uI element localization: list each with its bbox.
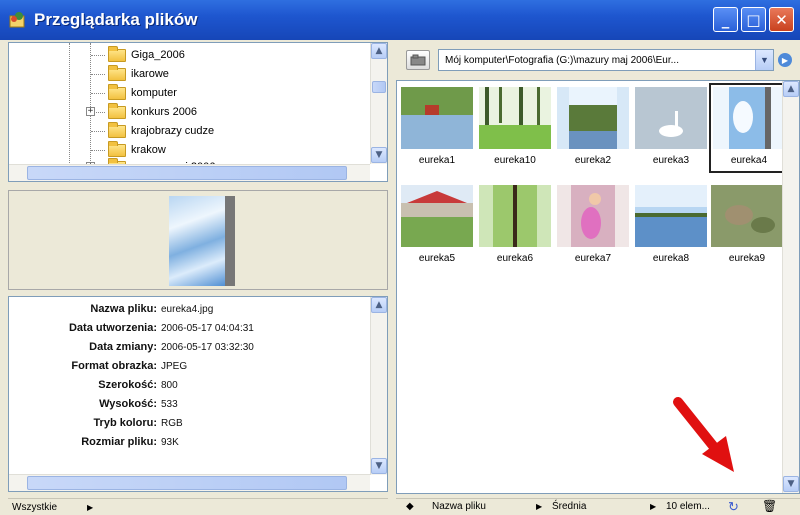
scroll-thumb[interactable] — [27, 166, 347, 180]
right-status-bar: ◆ Nazwa pliku ▶ Średnia ▶ 10 elem... ↻ 🗑 — [396, 498, 800, 515]
thumbnail-image — [479, 87, 551, 149]
detail-row: Wysokość: 533 — [99, 398, 178, 410]
scroll-up-icon[interactable]: ▲ — [783, 81, 799, 97]
tree-item[interactable]: krakow — [91, 140, 166, 159]
scroll-thumb[interactable] — [27, 476, 347, 490]
folder-nav-icon — [410, 54, 426, 66]
detail-row: Format obrazka: JPEG — [71, 360, 188, 372]
scroll-up-icon[interactable]: ▲ — [371, 297, 387, 313]
refresh-icon[interactable]: ↻ — [728, 499, 739, 515]
address-path: Mój komputer\Fotografia (G:)\mazury maj … — [445, 54, 679, 66]
detail-row: Nazwa pliku: eureka4.jpg — [90, 303, 214, 315]
sort-direction-icon[interactable]: ◆ — [406, 501, 414, 512]
window-title: Przeglądarka plików — [34, 10, 198, 29]
detail-row: Szerokość: 800 — [98, 379, 178, 391]
detail-row: Data utworzenia: 2006-05-17 04:04:31 — [68, 322, 254, 334]
thumbnail-image — [635, 185, 707, 247]
thumbnail[interactable]: eureka9 — [709, 183, 785, 273]
folder-icon — [108, 45, 126, 62]
sort-field[interactable]: Nazwa pliku — [432, 501, 486, 512]
tree-item[interactable]: konkurs 2006 — [91, 102, 197, 121]
thumbnail-image — [635, 87, 707, 149]
item-count: 10 elem... — [666, 501, 710, 512]
thumbnail-size[interactable]: Średnia — [552, 501, 586, 512]
folder-up-button[interactable] — [406, 50, 430, 70]
thumbnail[interactable]: eureka7 — [555, 183, 631, 273]
thumbnail[interactable]: eureka3 — [633, 85, 709, 175]
thumbnail[interactable]: eureka8 — [633, 183, 709, 273]
tree-horizontal-scrollbar[interactable] — [9, 164, 370, 181]
tree-item[interactable]: ikarowe — [91, 64, 169, 83]
thumbnail[interactable]: eureka2 — [555, 85, 631, 175]
play-icon[interactable]: ▶ — [536, 502, 542, 511]
folder-tree: Giga_2006 ikarowe komputer konkurs 2006 … — [8, 42, 388, 182]
thumbnail-image — [479, 185, 551, 247]
address-field[interactable]: Mój komputer\Fotografia (G:)\mazury maj … — [438, 49, 774, 71]
filter-dropdown[interactable]: Wszystkie — [12, 502, 57, 513]
image-preview — [8, 190, 388, 290]
scroll-down-icon[interactable]: ▼ — [371, 147, 387, 163]
folder-icon — [108, 83, 126, 100]
close-button[interactable]: ✕ — [769, 7, 794, 32]
tree-item[interactable]: krajobrazy cudze — [91, 121, 214, 140]
play-icon[interactable]: ▶ — [87, 503, 93, 512]
thumbnail-image — [557, 87, 629, 149]
thumbnail-image — [711, 185, 783, 247]
play-icon[interactable]: ▶ — [650, 502, 656, 511]
title-bar: Przeglądarka plików _ □ ✕ — [0, 0, 800, 40]
grid-vertical-scrollbar[interactable]: ▲ ▼ — [782, 81, 799, 493]
go-icon[interactable]: ▶ — [778, 53, 792, 67]
detail-row: Tryb koloru: RGB — [93, 417, 183, 429]
folder-icon — [108, 64, 126, 81]
thumbnail-image — [401, 185, 473, 247]
expand-icon[interactable]: + — [86, 107, 95, 116]
tree-vertical-scrollbar[interactable]: ▲ ▼ — [370, 43, 387, 164]
details-horizontal-scrollbar[interactable] — [9, 474, 370, 491]
folder-icon — [108, 121, 126, 138]
file-details: Nazwa pliku: eureka4.jpg Data utworzenia… — [8, 296, 388, 492]
scroll-up-icon[interactable]: ▲ — [371, 43, 387, 59]
thumbnail-image — [557, 185, 629, 247]
trash-icon[interactable]: 🗑 — [762, 499, 777, 513]
address-bar-area: Mój komputer\Fotografia (G:)\mazury maj … — [396, 44, 800, 76]
tree-item[interactable]: komputer — [91, 83, 177, 102]
chevron-down-icon[interactable]: ▼ — [755, 50, 773, 70]
scroll-down-icon[interactable]: ▼ — [783, 476, 799, 492]
preview-image — [169, 196, 235, 286]
thumbnail[interactable]: eureka6 — [477, 183, 553, 273]
annotation-arrow — [673, 397, 734, 472]
thumbnail[interactable]: eureka1 — [399, 85, 475, 175]
tree-item[interactable]: Giga_2006 — [91, 45, 185, 64]
detail-row: Data zmiany: 2006-05-17 03:32:30 — [89, 341, 254, 353]
details-vertical-scrollbar[interactable]: ▲ ▼ — [370, 297, 387, 475]
thumbnail[interactable]: eureka10 — [477, 85, 553, 175]
folder-icon — [108, 102, 126, 119]
left-status-bar: Wszystkie ▶ — [8, 498, 388, 515]
minimize-button[interactable]: _ — [713, 7, 738, 32]
maximize-button[interactable]: □ — [741, 7, 766, 32]
detail-row: Rozmiar pliku: 93K — [81, 436, 179, 448]
thumbnail-image — [713, 87, 785, 149]
scroll-thumb[interactable] — [372, 81, 386, 93]
thumbnail-image — [401, 87, 473, 149]
app-icon — [9, 12, 25, 28]
thumbnail-selected[interactable]: eureka4 — [709, 83, 785, 173]
scroll-down-icon[interactable]: ▼ — [371, 458, 387, 474]
thumbnail[interactable]: eureka5 — [399, 183, 475, 273]
folder-icon — [108, 140, 126, 157]
